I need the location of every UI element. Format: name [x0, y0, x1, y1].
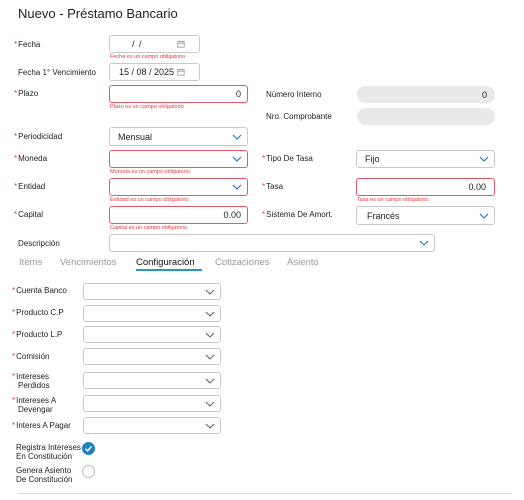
- sistema-amort-select[interactable]: Francés: [356, 206, 495, 225]
- entidad-error: Entidad es un campo obligatorio: [110, 197, 189, 203]
- plazo-label: *Plazo: [14, 89, 39, 98]
- numero-interno-field: 0: [357, 86, 495, 103]
- tab-asiento[interactable]: Asiento: [287, 257, 319, 268]
- tab-bar: Items Vencimientos Configuración Cotizac…: [18, 257, 418, 273]
- nro-comprobante-field: [357, 108, 495, 125]
- tasa-label: *Tasa: [262, 182, 284, 191]
- moneda-label: *Moneda: [14, 154, 48, 163]
- intereses-devengar-label: *Intereses A Devengar: [12, 396, 57, 414]
- plazo-value: 0: [235, 89, 241, 99]
- entidad-label: *Entidad: [14, 182, 46, 191]
- moneda-error: Moneda es un campo obligatorio: [110, 169, 190, 175]
- fecha-vencimiento-value: 15 / 08 / 2025: [119, 67, 175, 77]
- sistema-amort-value: Francés: [367, 210, 400, 221]
- chevron-down-icon: [479, 156, 489, 162]
- chevron-down-icon: [205, 311, 215, 317]
- cuenta-banco-select[interactable]: [83, 283, 221, 300]
- producto-cp-label: *Producto C.P: [12, 308, 64, 317]
- capital-value: 0.00: [223, 210, 241, 220]
- genera-asiento-checkbox[interactable]: [82, 465, 95, 478]
- tipo-tasa-label: *Tipo De Tasa: [262, 154, 313, 163]
- chevron-down-icon: [232, 134, 242, 140]
- checkmark-icon: [84, 445, 93, 452]
- chevron-down-icon: [205, 423, 215, 429]
- fecha-vencimiento-field[interactable]: 15 / 08 / 2025: [109, 63, 200, 81]
- periodicidad-value: Mensual: [118, 131, 153, 142]
- capital-error: Capital es un campo obligatorio: [110, 225, 188, 231]
- tab-vencimientos[interactable]: Vencimientos: [60, 257, 117, 268]
- producto-lp-label: *Producto L.P: [12, 330, 63, 339]
- tipo-tasa-select[interactable]: Fijo: [356, 150, 495, 168]
- fecha-label: *Fecha: [14, 40, 41, 49]
- fecha-field[interactable]: / /: [109, 35, 200, 53]
- cuenta-banco-label: *Cuenta Banco: [12, 286, 67, 295]
- interes-pagar-select[interactable]: [83, 417, 221, 434]
- chevron-down-icon: [205, 332, 215, 338]
- periodicidad-select[interactable]: Mensual: [109, 127, 248, 146]
- interes-pagar-label: *Interes A Pagar: [12, 421, 71, 430]
- sistema-amort-label: *Sistema De Amort.: [262, 210, 333, 219]
- capital-input[interactable]: 0.00: [109, 206, 248, 224]
- comision-label: *Comisión: [12, 352, 50, 361]
- numero-interno-label: Número Interno: [266, 90, 322, 99]
- active-tab-indicator: [136, 269, 202, 271]
- capital-label: *Capital: [14, 210, 44, 219]
- chevron-down-icon: [232, 184, 242, 190]
- page-title: Nuevo - Préstamo Bancario: [18, 6, 178, 21]
- registra-intereses-checkbox[interactable]: [82, 442, 95, 455]
- plazo-error: Plazo es un campo obligatorio: [110, 104, 184, 110]
- fecha-value: / /: [132, 39, 143, 49]
- tasa-value: 0.00: [468, 182, 486, 192]
- intereses-perdidos-label: *Intereses Perdidos: [12, 372, 50, 390]
- plazo-input[interactable]: 0: [109, 85, 248, 103]
- genera-asiento-label: Genera Asiento De Constitución: [16, 466, 73, 484]
- numero-interno-value: 0: [481, 89, 487, 100]
- periodicidad-label: *Periodicidad: [14, 132, 63, 141]
- chevron-down-icon: [205, 378, 215, 384]
- tasa-input[interactable]: 0.00: [356, 178, 495, 196]
- tab-configuracion[interactable]: Configuración: [136, 257, 195, 268]
- intereses-devengar-select[interactable]: [83, 395, 221, 412]
- fecha-vencimiento-label: Fecha 1° Vencimiento: [18, 68, 96, 77]
- calendar-icon[interactable]: [177, 40, 185, 48]
- comision-select[interactable]: [83, 348, 221, 365]
- tab-cotizaciones[interactable]: Cotizaciones: [215, 257, 269, 268]
- tipo-tasa-value: Fijo: [365, 154, 380, 164]
- intereses-perdidos-select[interactable]: [83, 372, 221, 389]
- fecha-error: Fecha es un campo obligatorio: [110, 54, 186, 60]
- chevron-down-icon: [479, 213, 489, 219]
- chevron-down-icon: [205, 354, 215, 360]
- bottom-divider: [18, 493, 512, 494]
- tasa-error: Tasa es un campo obligatorio: [357, 197, 429, 203]
- producto-cp-select[interactable]: [83, 305, 221, 322]
- nro-comprobante-label: Nro. Comprobante: [266, 112, 332, 121]
- chevron-down-icon: [419, 240, 429, 246]
- calendar-icon[interactable]: [177, 68, 185, 76]
- registra-intereses-label: Registra Intereses En Constitución: [16, 443, 81, 461]
- tab-items[interactable]: Items: [19, 257, 42, 268]
- moneda-select[interactable]: [109, 150, 248, 168]
- chevron-down-icon: [232, 156, 242, 162]
- chevron-down-icon: [205, 289, 215, 295]
- chevron-down-icon: [205, 401, 215, 407]
- descripcion-select[interactable]: [109, 234, 435, 252]
- producto-lp-select[interactable]: [83, 326, 221, 343]
- entidad-select[interactable]: [109, 178, 248, 196]
- descripcion-label: Descripción: [18, 239, 60, 248]
